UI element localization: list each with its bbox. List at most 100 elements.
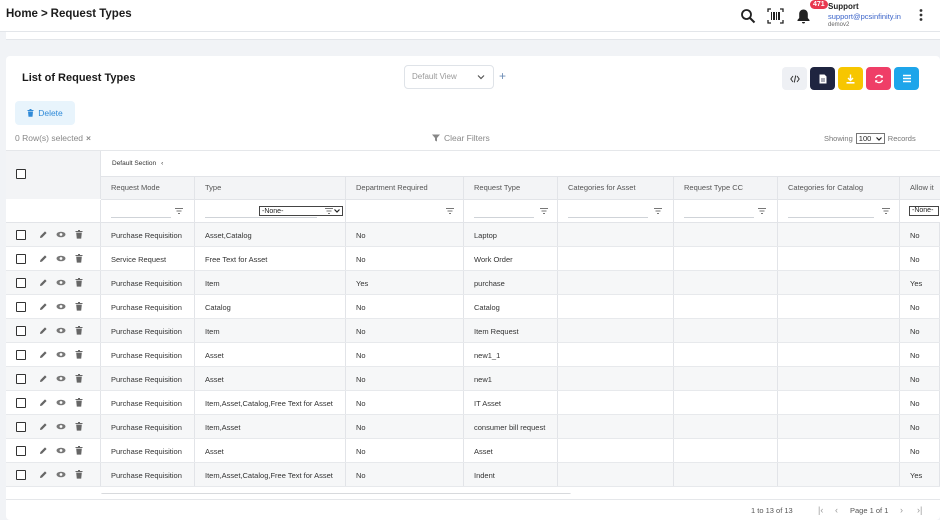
filter-lines-icon[interactable]	[758, 207, 766, 215]
breadcrumb-home[interactable]: Home	[6, 8, 38, 20]
row-checkbox[interactable]	[16, 302, 26, 312]
user-name[interactable]: Support	[828, 2, 859, 11]
refresh-button[interactable]	[866, 67, 891, 90]
table-row[interactable]: Purchase Requisition Catalog No Catalog No	[6, 295, 940, 319]
edit-pencil-icon[interactable]	[39, 350, 48, 359]
prev-page-button[interactable]: ‹	[835, 505, 838, 515]
edit-pencil-icon[interactable]	[39, 326, 48, 335]
delete-trash-icon[interactable]	[75, 422, 84, 431]
table-row[interactable]: Purchase Requisition Asset No Asset No	[6, 439, 940, 463]
delete-trash-icon[interactable]	[75, 278, 84, 287]
column-header[interactable]: Categories for Catalog	[778, 177, 900, 200]
delete-trash-icon[interactable]	[75, 446, 84, 455]
horizontal-scrollbar[interactable]	[101, 493, 571, 494]
last-page-button[interactable]: ›|	[917, 505, 922, 515]
delete-trash-icon[interactable]	[75, 326, 84, 335]
row-checkbox[interactable]	[16, 230, 26, 240]
next-page-button[interactable]: ›	[900, 505, 903, 515]
filter-lines-icon[interactable]	[654, 207, 662, 215]
edit-pencil-icon[interactable]	[39, 398, 48, 407]
table-row[interactable]: Purchase Requisition Item Yes purchase Yes	[6, 271, 940, 295]
filter-input[interactable]	[111, 209, 171, 218]
section-header[interactable]: Default Section ‹	[112, 160, 163, 167]
edit-pencil-icon[interactable]	[39, 446, 48, 455]
filter-input[interactable]	[684, 209, 754, 218]
column-header[interactable]: Categories for Asset	[558, 177, 674, 200]
row-checkbox[interactable]	[16, 422, 26, 432]
delete-trash-icon[interactable]	[75, 254, 84, 263]
delete-button[interactable]: Delete	[15, 101, 75, 125]
view-eye-icon[interactable]	[56, 254, 66, 263]
edit-pencil-icon[interactable]	[39, 374, 48, 383]
allow-filter-select[interactable]: -None-	[909, 206, 939, 216]
export-document-button[interactable]	[810, 67, 835, 90]
edit-pencil-icon[interactable]	[39, 254, 48, 263]
filter-lines-icon[interactable]	[882, 207, 890, 215]
view-eye-icon[interactable]	[56, 470, 66, 479]
clear-selection-button[interactable]: ×	[86, 133, 91, 143]
columns-button[interactable]	[894, 67, 919, 90]
collapse-section-icon[interactable]: ‹	[161, 160, 163, 167]
table-row[interactable]: Purchase Requisition Item,Asset No consumer…	[6, 415, 940, 439]
more-options-icon[interactable]	[918, 8, 924, 22]
view-eye-icon[interactable]	[56, 374, 66, 383]
delete-trash-icon[interactable]	[75, 398, 84, 407]
row-checkbox[interactable]	[16, 374, 26, 384]
row-checkbox[interactable]	[16, 254, 26, 264]
table-row[interactable]: Purchase Requisition Item,Asset,Catalog,F…	[6, 391, 940, 415]
view-eye-icon[interactable]	[56, 278, 66, 287]
delete-trash-icon[interactable]	[75, 374, 84, 383]
filter-lines-icon[interactable]	[446, 207, 454, 215]
select-all-checkbox[interactable]	[16, 169, 26, 179]
table-row[interactable]: Service Request Free Text for Asset No Work…	[6, 247, 940, 271]
column-header[interactable]: Request Type	[464, 177, 558, 200]
view-eye-icon[interactable]	[56, 422, 66, 431]
filter-input[interactable]	[788, 209, 874, 218]
barcode-scan-icon[interactable]	[766, 7, 784, 25]
edit-pencil-icon[interactable]	[39, 278, 48, 287]
filter-lines-icon[interactable]	[175, 207, 183, 215]
edit-pencil-icon[interactable]	[39, 470, 48, 479]
delete-trash-icon[interactable]	[75, 230, 84, 239]
row-checkbox[interactable]	[16, 350, 26, 360]
delete-trash-icon[interactable]	[75, 350, 84, 359]
column-header[interactable]: Request Type CC	[674, 177, 778, 200]
department-required-filter-select[interactable]: -None-	[259, 206, 343, 216]
view-eye-icon[interactable]	[56, 350, 66, 359]
code-button[interactable]	[782, 67, 807, 90]
edit-pencil-icon[interactable]	[39, 230, 48, 239]
row-checkbox[interactable]	[16, 398, 26, 408]
view-eye-icon[interactable]	[56, 446, 66, 455]
clear-filters-button[interactable]: Clear Filters	[432, 133, 490, 143]
column-header[interactable]: Department Required	[346, 177, 464, 200]
table-row[interactable]: Purchase Requisition Item,Asset,Catalog,F…	[6, 463, 940, 487]
row-checkbox[interactable]	[16, 326, 26, 336]
filter-input[interactable]	[474, 209, 534, 218]
view-eye-icon[interactable]	[56, 230, 66, 239]
table-row[interactable]: Purchase Requisition Asset No new1 No	[6, 367, 940, 391]
table-row[interactable]: Purchase Requisition Asset,Catalog No Lapto…	[6, 223, 940, 247]
download-button[interactable]	[838, 67, 863, 90]
notification-bell-icon[interactable]	[794, 7, 812, 25]
column-header[interactable]: Type	[195, 177, 346, 200]
delete-trash-icon[interactable]	[75, 470, 84, 479]
view-selector[interactable]: Default View	[404, 65, 494, 89]
add-view-button[interactable]: +	[499, 69, 506, 83]
filter-lines-icon[interactable]	[540, 207, 548, 215]
column-header[interactable]: Allow it	[900, 177, 940, 200]
row-checkbox[interactable]	[16, 446, 26, 456]
page-size-select[interactable]: 100	[855, 133, 885, 144]
row-checkbox[interactable]	[16, 470, 26, 480]
column-header[interactable]: Request Mode	[101, 177, 195, 200]
filter-input[interactable]	[568, 209, 648, 218]
row-checkbox[interactable]	[16, 278, 26, 288]
table-row[interactable]: Purchase Requisition Asset No new1_1 No	[6, 343, 940, 367]
view-eye-icon[interactable]	[56, 398, 66, 407]
search-icon[interactable]	[739, 7, 757, 25]
edit-pencil-icon[interactable]	[39, 302, 48, 311]
delete-trash-icon[interactable]	[75, 302, 84, 311]
view-eye-icon[interactable]	[56, 326, 66, 335]
edit-pencil-icon[interactable]	[39, 422, 48, 431]
view-eye-icon[interactable]	[56, 302, 66, 311]
first-page-button[interactable]: |‹	[818, 505, 823, 515]
